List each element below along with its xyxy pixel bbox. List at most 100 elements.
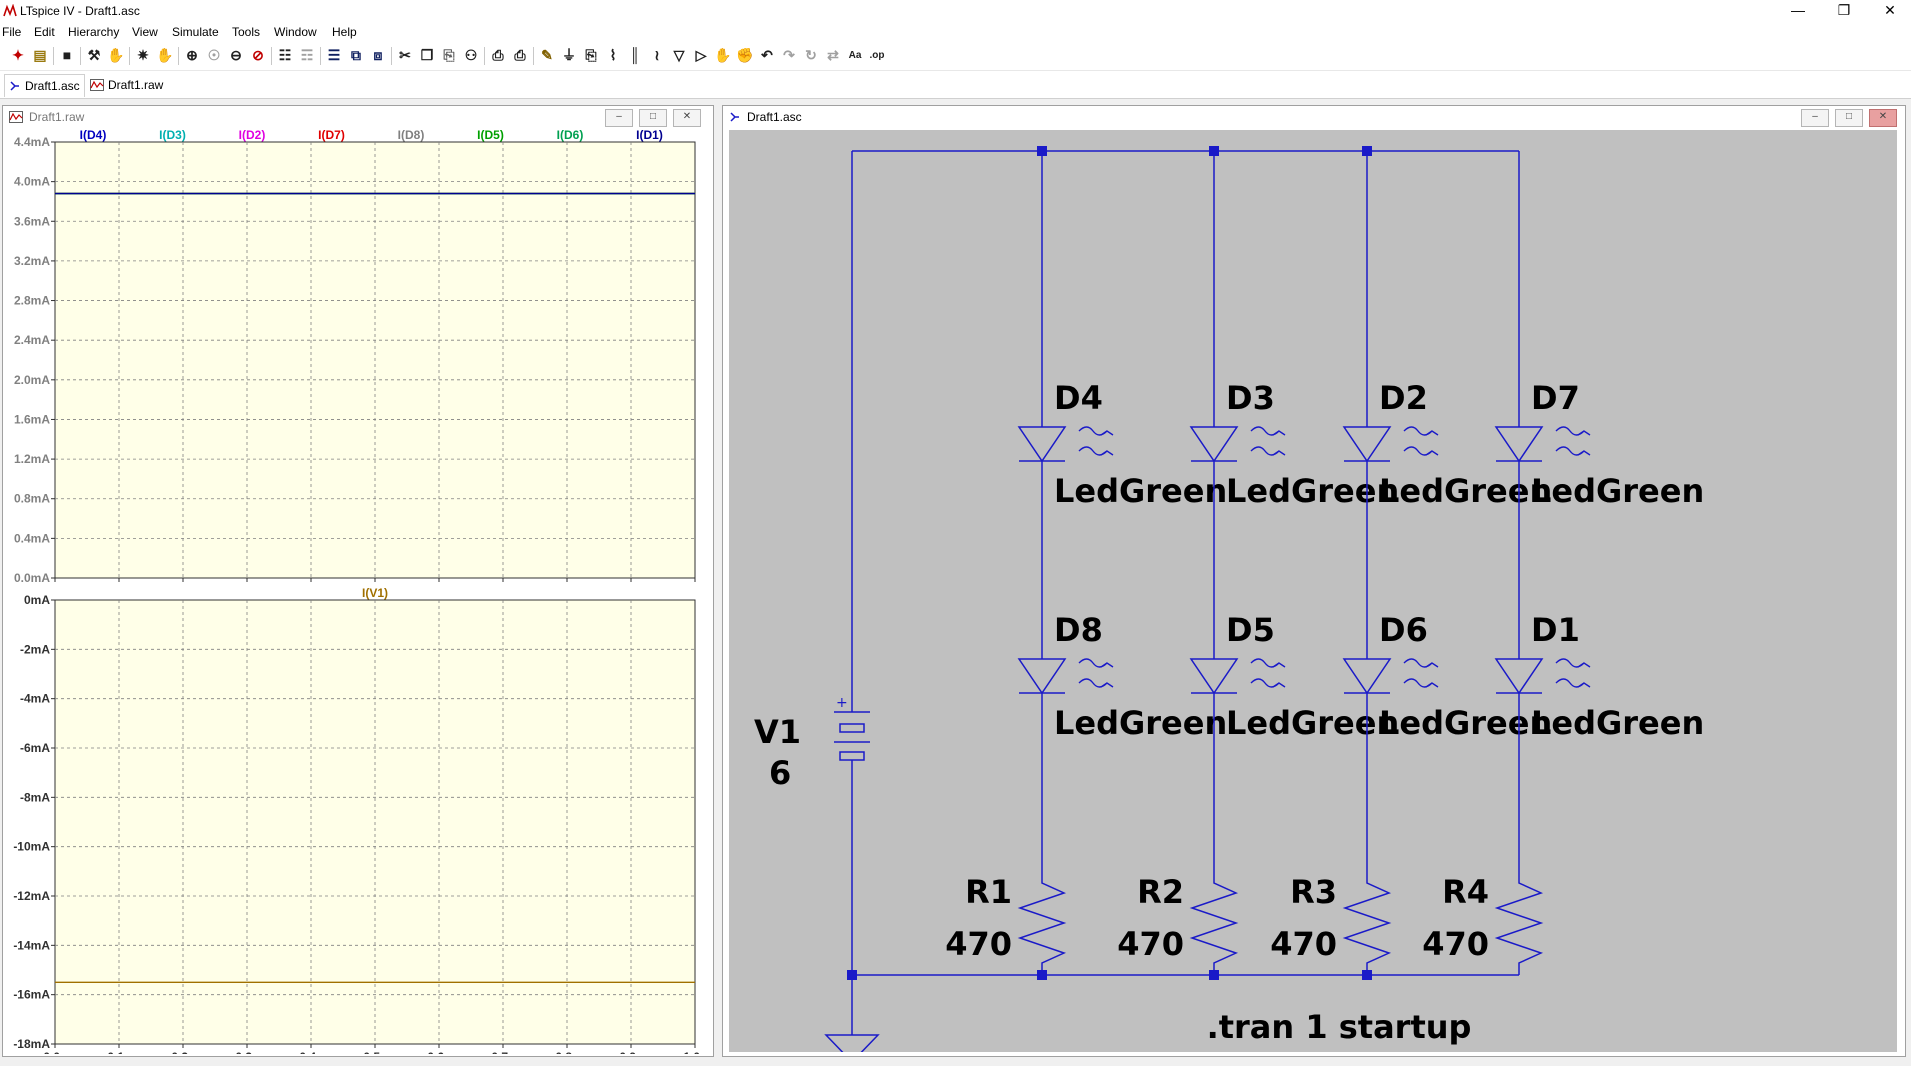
rotate-button[interactable]: ↻	[801, 45, 821, 65]
resistor-value-label[interactable]: 470	[945, 925, 1012, 963]
copy-button[interactable]: ❐	[417, 45, 437, 65]
text-button[interactable]: Aa	[845, 45, 865, 65]
new-schematic-button[interactable]: ✦	[8, 45, 28, 65]
led-ref-label[interactable]: D3	[1226, 379, 1275, 417]
trace-label[interactable]: I(D6)	[557, 128, 584, 142]
spice-directive-label[interactable]: .tran 1 startup	[1207, 1008, 1472, 1046]
mirror-button[interactable]: ⇄	[823, 45, 843, 65]
menu-simulate[interactable]: Simulate	[172, 24, 219, 40]
trace-label[interactable]: I(V1)	[362, 586, 388, 600]
redo-button[interactable]: ↷	[779, 45, 799, 65]
zoom-area-button[interactable]: ☉	[204, 45, 224, 65]
print-setup-button[interactable]: ⎙	[488, 45, 508, 65]
waveform-close-button[interactable]: ✕	[673, 109, 701, 127]
led-model-label[interactable]: LedGreen	[1226, 704, 1399, 742]
menu-file[interactable]: File	[2, 24, 21, 40]
schematic-window-titlebar[interactable]: Draft1.asc	[723, 106, 1905, 128]
drag-button[interactable]: ✊	[735, 45, 755, 65]
resistor-ref-label[interactable]: R4	[1442, 873, 1489, 911]
led-ref-label[interactable]: D6	[1379, 611, 1428, 649]
zoom-fit-button[interactable]: ⊘	[248, 45, 268, 65]
paste-button[interactable]: ⎘	[439, 45, 459, 65]
source-value-label[interactable]: 6	[769, 754, 791, 792]
save-button[interactable]: ■	[57, 45, 77, 65]
trace-label[interactable]: I(D4)	[80, 128, 107, 142]
resistor-value-label[interactable]: 470	[1270, 925, 1337, 963]
close-button[interactable]: ✕	[1867, 0, 1911, 22]
label-net-button[interactable]: ⎘	[581, 45, 601, 65]
resistor-ref-label[interactable]: R2	[1137, 873, 1184, 911]
led-ref-label[interactable]: D2	[1379, 379, 1428, 417]
led-ref-label[interactable]: D7	[1531, 379, 1580, 417]
inductor-button[interactable]: ≀	[647, 45, 667, 65]
resistor-value-label[interactable]: 470	[1422, 925, 1489, 963]
waveform-maximize-button[interactable]: □	[639, 109, 667, 127]
trace-label[interactable]: I(D3)	[159, 128, 186, 142]
open-button[interactable]: ▤	[30, 45, 50, 65]
schematic-canvas[interactable]: + V16 D4 LedGreen D8 LedGreen R1 470 D3 LedGreen D…	[729, 130, 1897, 1052]
menu-edit[interactable]: Edit	[34, 24, 55, 40]
schematic-minimize-button[interactable]: –	[1801, 109, 1829, 127]
undo-button[interactable]: ↶	[757, 45, 777, 65]
resistor-value-label[interactable]: 470	[1117, 925, 1184, 963]
resistor-ref-label[interactable]: R1	[965, 873, 1012, 911]
zoom-in-button[interactable]: ⊕	[182, 45, 202, 65]
led-model-label[interactable]: LedGreen	[1379, 704, 1552, 742]
waveform-plot-area[interactable]: 0.0mA 0.4mA 0.8mA 1.2mA 1.6mA 2.0mA 2.4mA 2.8mA…	[3, 128, 711, 1054]
cascade-button[interactable]: ⧉	[346, 45, 366, 65]
trace-label[interactable]: I(D1)	[636, 128, 663, 142]
spice-directive-button[interactable]: .op	[867, 45, 887, 65]
cut-button[interactable]: ✂	[395, 45, 415, 65]
y-tick-label: 0mA	[24, 593, 50, 607]
tile-horizontal-button[interactable]: ☰	[324, 45, 344, 65]
zoom-out-button[interactable]: ⊖	[226, 45, 246, 65]
menu-hierarchy[interactable]: Hierarchy	[68, 24, 119, 40]
autorange-button[interactable]: ☷	[275, 45, 295, 65]
trace-label[interactable]: I(D2)	[239, 128, 266, 142]
led-model-label[interactable]: LedGreen	[1226, 472, 1399, 510]
trace-label[interactable]: I(D8)	[398, 128, 425, 142]
schematic-close-button[interactable]: ✕	[1869, 109, 1897, 127]
print-button[interactable]: ⎙	[510, 45, 530, 65]
led-model-label[interactable]: LedGreen	[1531, 472, 1704, 510]
menu-window[interactable]: Window	[274, 24, 317, 40]
menu-help[interactable]: Help	[332, 24, 357, 40]
halt-button[interactable]: ✋	[155, 45, 175, 65]
draw-wire-button[interactable]: ✎	[537, 45, 557, 65]
restore-button[interactable]: ❐	[1821, 0, 1867, 22]
run-button[interactable]: ✷	[133, 45, 153, 65]
toolbar-separator	[320, 47, 321, 65]
tab-draft1-raw[interactable]: Draft1.raw	[86, 74, 167, 96]
tile-vertical-button[interactable]: ⧈	[368, 45, 388, 65]
tab-draft1-asc[interactable]: Draft1.asc	[4, 74, 85, 97]
waveform-minimize-button[interactable]: –	[605, 109, 633, 127]
menu-view[interactable]: View	[132, 24, 158, 40]
schematic-maximize-button[interactable]: □	[1835, 109, 1863, 127]
menu-tools[interactable]: Tools	[232, 24, 260, 40]
find-button[interactable]: ⚇	[461, 45, 481, 65]
led-ref-label[interactable]: D4	[1054, 379, 1103, 417]
pan-button[interactable]: ✋	[106, 45, 126, 65]
led-model-label[interactable]: LedGreen	[1379, 472, 1552, 510]
ground-button[interactable]: ⏚	[559, 45, 579, 65]
led-model-label[interactable]: LedGreen	[1054, 704, 1227, 742]
led-ref-label[interactable]: D5	[1226, 611, 1275, 649]
minimize-button[interactable]: —	[1775, 0, 1821, 22]
capacitor-button[interactable]: ║	[625, 45, 645, 65]
control-panel-button[interactable]: ⚒	[84, 45, 104, 65]
source-name-label[interactable]: V1	[754, 713, 801, 751]
trace-label[interactable]: I(D7)	[318, 128, 345, 142]
resistor-button[interactable]: ⌇	[603, 45, 623, 65]
led-ref-label[interactable]: D1	[1531, 611, 1580, 649]
resistor-ref-label[interactable]: R3	[1290, 873, 1337, 911]
led-model-label[interactable]: LedGreen	[1054, 472, 1227, 510]
trace-label[interactable]: I(D5)	[477, 128, 504, 142]
drag-icon: ✊	[736, 46, 754, 63]
grid-button[interactable]: ☶	[297, 45, 317, 65]
y-tick-label: 2.0mA	[14, 373, 50, 387]
led-model-label[interactable]: LedGreen	[1531, 704, 1704, 742]
led-ref-label[interactable]: D8	[1054, 611, 1103, 649]
component-button[interactable]: ▷	[691, 45, 711, 65]
move-button[interactable]: ✋	[713, 45, 733, 65]
diode-button[interactable]: ▽	[669, 45, 689, 65]
